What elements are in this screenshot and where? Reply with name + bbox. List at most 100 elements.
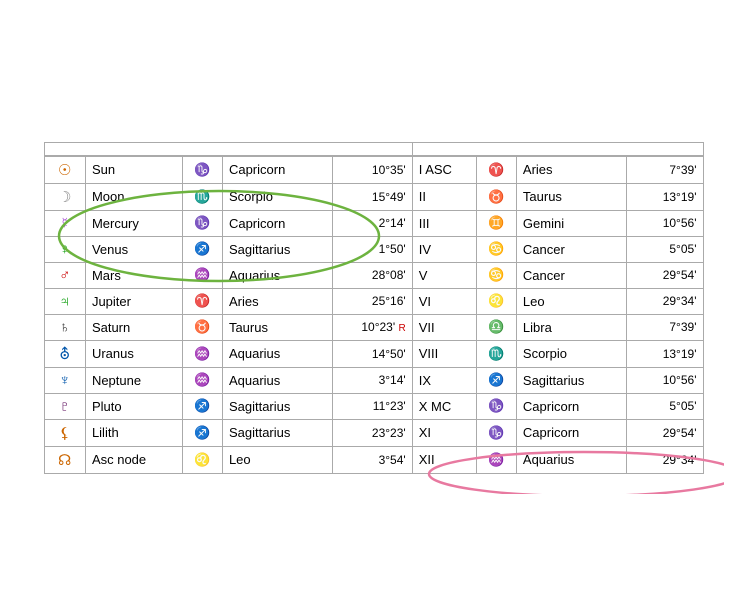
table-row: ⛢ Uranus ♒ Aquarius 14°50' VIII ♏ Scorpi… xyxy=(44,340,703,367)
planet-icon: ♆ xyxy=(44,367,85,393)
planet-sign-icon: ♑ xyxy=(182,210,222,236)
house-label: X MC xyxy=(412,393,476,419)
table-row: ♄ Saturn ♉ Taurus 10°23' R VII ♎ Libra 7… xyxy=(44,314,703,340)
planet-icon: ♇ xyxy=(44,393,85,419)
house-degree: 7°39' xyxy=(627,156,703,184)
planet-degree: 25°16' xyxy=(333,288,412,314)
planet-sign-icon: ♌ xyxy=(182,446,222,473)
planet-name: Mars xyxy=(85,262,182,288)
planet-name: Lilith xyxy=(85,419,182,446)
house-sign: Libra xyxy=(516,314,627,340)
house-sign-icon: ♑ xyxy=(476,393,516,419)
house-sign: Sagittarius xyxy=(516,367,627,393)
main-container: ☉ Sun ♑ Capricorn 10°35' I ASC ♈ Aries 7… xyxy=(24,122,724,494)
right-header xyxy=(412,142,703,156)
house-label: VI xyxy=(412,288,476,314)
house-degree: 29°54' xyxy=(627,262,703,288)
planet-sign-icon: ♐ xyxy=(182,393,222,419)
house-degree: 29°54' xyxy=(627,419,703,446)
table-row: ☿ Mercury ♑ Capricorn 2°14' III ♊ Gemini… xyxy=(44,210,703,236)
planet-name: Neptune xyxy=(85,367,182,393)
planet-name: Uranus xyxy=(85,340,182,367)
planet-sign: Aquarius xyxy=(222,262,333,288)
house-degree: 10°56' xyxy=(627,210,703,236)
planet-name: Jupiter xyxy=(85,288,182,314)
planet-sign: Sagittarius xyxy=(222,393,333,419)
planet-icon: ♄ xyxy=(44,314,85,340)
house-degree: 13°19' xyxy=(627,183,703,210)
house-sign-icon: ♉ xyxy=(476,183,516,210)
house-sign-icon: ♑ xyxy=(476,419,516,446)
table-row: ☊ Asc node ♌ Leo 3°54' XII ♒ Aquarius 29… xyxy=(44,446,703,473)
planet-degree: 15°49' xyxy=(333,183,412,210)
planet-degree: 3°14' xyxy=(333,367,412,393)
house-label: III xyxy=(412,210,476,236)
house-label: XI xyxy=(412,419,476,446)
house-sign-icon: ♎ xyxy=(476,314,516,340)
planet-sign-icon: ♒ xyxy=(182,340,222,367)
planet-degree: 10°35' xyxy=(333,156,412,184)
house-sign-icon: ♋ xyxy=(476,236,516,262)
house-sign: Leo xyxy=(516,288,627,314)
house-label: V xyxy=(412,262,476,288)
house-sign: Capricorn xyxy=(516,393,627,419)
planet-sign-icon: ♒ xyxy=(182,262,222,288)
house-sign-icon: ♈ xyxy=(476,156,516,184)
planet-degree: 1°50' xyxy=(333,236,412,262)
planet-sign: Aries xyxy=(222,288,333,314)
house-sign: Cancer xyxy=(516,236,627,262)
table-row: ♂ Mars ♒ Aquarius 28°08' V ♋ Cancer 29°5… xyxy=(44,262,703,288)
planet-icon: ☊ xyxy=(44,446,85,473)
planet-name: Mercury xyxy=(85,210,182,236)
astrology-table: ☉ Sun ♑ Capricorn 10°35' I ASC ♈ Aries 7… xyxy=(44,142,704,474)
house-degree: 29°34' xyxy=(627,288,703,314)
house-label: II xyxy=(412,183,476,210)
planet-icon: ☽ xyxy=(44,183,85,210)
left-header xyxy=(44,142,412,156)
house-degree: 13°19' xyxy=(627,340,703,367)
planet-sign-icon: ♏ xyxy=(182,183,222,210)
planet-name: Venus xyxy=(85,236,182,262)
house-degree: 7°39' xyxy=(627,314,703,340)
house-sign: Capricorn xyxy=(516,419,627,446)
house-sign: Taurus xyxy=(516,183,627,210)
planet-name: Sun xyxy=(85,156,182,184)
table-row: ♆ Neptune ♒ Aquarius 3°14' IX ♐ Sagittar… xyxy=(44,367,703,393)
house-sign: Aries xyxy=(516,156,627,184)
house-sign-icon: ♋ xyxy=(476,262,516,288)
planet-icon: ⛢ xyxy=(44,340,85,367)
planet-sign-icon: ♒ xyxy=(182,367,222,393)
house-degree: 10°56' xyxy=(627,367,703,393)
planet-name: Saturn xyxy=(85,314,182,340)
house-label: VII xyxy=(412,314,476,340)
house-degree: 29°34' xyxy=(627,446,703,473)
planet-sign-icon: ♉ xyxy=(182,314,222,340)
planet-degree: 23°23' xyxy=(333,419,412,446)
planet-sign: Aquarius xyxy=(222,340,333,367)
table-row: ♇ Pluto ♐ Sagittarius 11°23' X MC ♑ Capr… xyxy=(44,393,703,419)
house-sign-icon: ♏ xyxy=(476,340,516,367)
planet-icon: ☿ xyxy=(44,210,85,236)
planet-sign-icon: ♐ xyxy=(182,419,222,446)
house-degree: 5°05' xyxy=(627,393,703,419)
planet-sign: Scorpio xyxy=(222,183,333,210)
planet-icon: ⚸ xyxy=(44,419,85,446)
planet-degree: 2°14' xyxy=(333,210,412,236)
planet-sign: Capricorn xyxy=(222,156,333,184)
planet-name: Pluto xyxy=(85,393,182,419)
house-label: XII xyxy=(412,446,476,473)
table-row: ☉ Sun ♑ Capricorn 10°35' I ASC ♈ Aries 7… xyxy=(44,156,703,184)
house-sign: Cancer xyxy=(516,262,627,288)
planet-sign-icon: ♑ xyxy=(182,156,222,184)
planet-sign: Taurus xyxy=(222,314,333,340)
house-label: IX xyxy=(412,367,476,393)
house-label: I ASC xyxy=(412,156,476,184)
planet-sign: Leo xyxy=(222,446,333,473)
house-label: IV xyxy=(412,236,476,262)
planet-icon: ♂ xyxy=(44,262,85,288)
planet-sign-icon: ♈ xyxy=(182,288,222,314)
planet-name: Asc node xyxy=(85,446,182,473)
planet-degree: 14°50' xyxy=(333,340,412,367)
planet-icon: ♃ xyxy=(44,288,85,314)
house-sign: Gemini xyxy=(516,210,627,236)
